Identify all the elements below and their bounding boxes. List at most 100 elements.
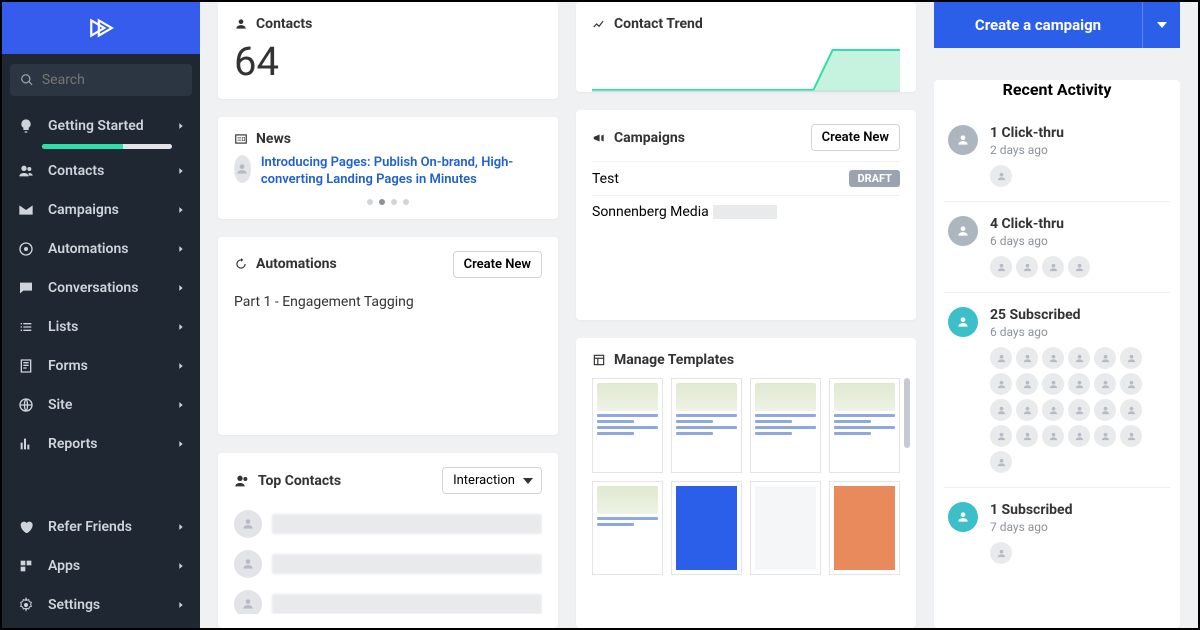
sidebar-item-campaigns[interactable]: Campaigns <box>2 190 200 229</box>
activity-item[interactable]: 1 Click-thru 2 days ago <box>944 111 1170 202</box>
activity-type-icon <box>948 125 978 155</box>
campaign-row[interactable]: Sonnenberg Media <box>592 195 900 228</box>
megaphone-icon <box>592 131 606 145</box>
chevron-right-icon <box>176 361 186 371</box>
campaign-row[interactable]: Test DRAFT <box>592 161 900 195</box>
chevron-right-icon <box>176 439 186 449</box>
sidebar-item-apps[interactable]: Apps <box>2 546 200 585</box>
nav-label: Contacts <box>48 163 176 179</box>
avatar <box>1120 399 1142 421</box>
create-automation-button[interactable]: Create New <box>453 251 542 278</box>
create-campaign-main-button[interactable]: Create a campaign <box>934 2 1142 48</box>
template-thumb[interactable] <box>671 378 742 473</box>
brand-logo-icon <box>88 15 114 41</box>
avatar <box>1068 256 1090 278</box>
avatar <box>1042 425 1064 447</box>
card-title: Manage Templates <box>614 352 734 368</box>
search-box[interactable] <box>10 64 192 96</box>
avatar <box>1068 373 1090 395</box>
search-icon <box>20 72 34 88</box>
sidebar-item-site[interactable]: Site <box>2 385 200 424</box>
avatar <box>1068 425 1090 447</box>
avatar <box>1042 399 1064 421</box>
trend-chart <box>592 38 900 92</box>
create-campaign-dropdown[interactable] <box>1142 2 1180 48</box>
activity-time: 6 days ago <box>990 325 1166 339</box>
sidebar-item-lists[interactable]: Lists <box>2 307 200 346</box>
contact-trend-card: Contact Trend <box>576 2 916 92</box>
avatar <box>1120 347 1142 369</box>
activity-type-icon <box>948 307 978 337</box>
activity-type-icon <box>948 502 978 532</box>
sidebar-item-settings[interactable]: Settings <box>2 585 200 624</box>
avatar <box>1094 347 1116 369</box>
avatar <box>1094 425 1116 447</box>
activity-time: 7 days ago <box>990 520 1166 534</box>
avatar <box>990 451 1012 473</box>
nav-label: Reports <box>48 436 176 452</box>
card-title: Campaigns <box>614 130 685 146</box>
sidebar-item-contacts[interactable]: Contacts <box>2 151 200 190</box>
card-title: Automations <box>256 256 337 272</box>
refresh-icon <box>234 257 248 271</box>
nav-label: Refer Friends <box>48 519 176 535</box>
avatar <box>1068 399 1090 421</box>
card-title: News <box>256 131 291 147</box>
activity-time: 2 days ago <box>990 143 1166 157</box>
avatar <box>990 347 1012 369</box>
logo[interactable] <box>2 2 200 54</box>
sidebar-item-refer-friends[interactable]: Refer Friends <box>2 507 200 546</box>
list-icon <box>18 319 34 335</box>
campaign-name: Sonnenberg Media <box>592 204 709 220</box>
avatar <box>990 399 1012 421</box>
automation-row[interactable]: Part 1 - Engagement Tagging <box>234 288 542 316</box>
chevron-right-icon <box>176 121 186 131</box>
activity-item[interactable]: 25 Subscribed 6 days ago <box>944 293 1170 488</box>
card-title: Top Contacts <box>258 473 341 489</box>
template-thumb[interactable] <box>671 481 742 576</box>
avatar <box>990 425 1012 447</box>
chevron-right-icon <box>176 561 186 571</box>
template-thumb[interactable] <box>829 481 900 576</box>
contact-row[interactable] <box>234 544 542 584</box>
sidebar-item-forms[interactable]: Forms <box>2 346 200 385</box>
mail-icon <box>18 202 34 218</box>
contact-row[interactable] <box>234 584 542 614</box>
activity-time: 6 days ago <box>990 234 1166 248</box>
carousel-dots[interactable] <box>234 199 542 205</box>
template-thumb[interactable] <box>829 378 900 473</box>
avatar <box>1016 347 1038 369</box>
create-campaign-button[interactable]: Create New <box>811 124 900 151</box>
person-icon <box>234 17 248 31</box>
template-thumb[interactable] <box>592 481 663 576</box>
nav-label: Forms <box>48 358 176 374</box>
avatar <box>990 256 1012 278</box>
activity-item[interactable]: 4 Click-thru 6 days ago <box>944 202 1170 293</box>
nav-label: Automations <box>48 241 176 257</box>
template-thumb[interactable] <box>750 481 821 576</box>
chevron-right-icon <box>176 283 186 293</box>
scrollbar[interactable] <box>904 378 910 448</box>
contact-row[interactable] <box>234 504 542 544</box>
chevron-right-icon <box>176 244 186 254</box>
template-thumb[interactable] <box>592 378 663 473</box>
nav-label: Conversations <box>48 280 176 296</box>
avatar <box>1016 373 1038 395</box>
search-input[interactable] <box>42 72 182 88</box>
sidebar-item-reports[interactable]: Reports <box>2 424 200 463</box>
activity-title: 4 Click-thru <box>990 216 1166 232</box>
sidebar-item-conversations[interactable]: Conversations <box>2 268 200 307</box>
avatar <box>990 373 1012 395</box>
activity-item[interactable]: 1 Subscribed 7 days ago <box>944 488 1170 578</box>
top-contacts-filter[interactable]: Interaction <box>442 467 542 494</box>
chevron-right-icon <box>176 522 186 532</box>
news-headline-link[interactable]: Introducing Pages: Publish On-brand, Hig… <box>261 155 542 189</box>
avatar <box>1094 373 1116 395</box>
template-thumb[interactable] <box>750 378 821 473</box>
bulb-icon <box>18 118 34 134</box>
campaigns-card: Campaigns Create New Test DRAFT Sonnenbe… <box>576 110 916 320</box>
avatar <box>1120 373 1142 395</box>
sidebar-item-automations[interactable]: Automations <box>2 229 200 268</box>
sidebar-item-getting-started[interactable]: Getting Started <box>2 106 200 151</box>
chevron-right-icon <box>176 600 186 610</box>
